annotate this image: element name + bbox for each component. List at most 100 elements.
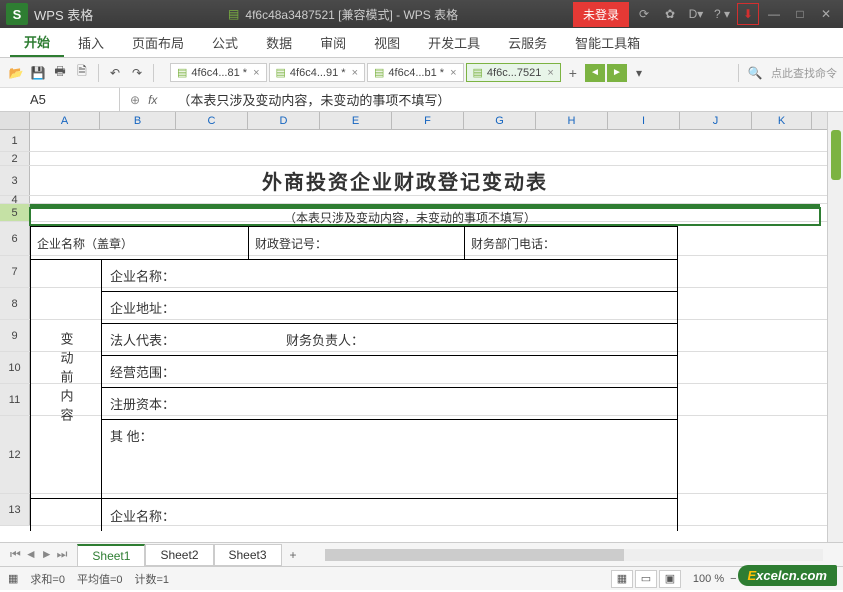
close-button[interactable]: ✕	[815, 3, 837, 25]
menu-cloud[interactable]: 云服务	[494, 28, 561, 57]
col-header[interactable]: C	[176, 112, 248, 129]
menu-view[interactable]: 视图	[360, 28, 414, 57]
print-preview-icon[interactable]: 🗎	[72, 63, 92, 83]
sheet-next-icon[interactable]: ►	[41, 547, 53, 562]
menu-review[interactable]: 审阅	[306, 28, 360, 57]
col-header[interactable]: E	[320, 112, 392, 129]
row-header[interactable]: 13	[0, 494, 30, 525]
fx-expand-icon[interactable]: ⊕	[130, 93, 140, 107]
minimize-button[interactable]: —	[763, 3, 785, 25]
row-header[interactable]: 6	[0, 222, 30, 255]
separator	[738, 64, 739, 82]
formula-input[interactable]: （本表只涉及变动内容，未变动的事项不填写）	[167, 90, 843, 109]
redo-icon[interactable]: ↷	[127, 63, 147, 83]
view-page-button[interactable]: ▭	[635, 570, 657, 588]
row-header[interactable]: 7	[0, 256, 30, 287]
company-name-label: 企业名称（盖章）	[31, 227, 249, 259]
menu-page-layout[interactable]: 页面布局	[118, 28, 198, 57]
close-icon[interactable]: ×	[253, 67, 259, 79]
save-icon[interactable]: 💾	[28, 63, 48, 83]
sheet-prev-icon[interactable]: ◄	[25, 547, 37, 562]
sheet-tab[interactable]: Sheet1	[77, 544, 145, 567]
search-input[interactable]: 点此查找命令	[771, 65, 837, 81]
col-header[interactable]: I	[608, 112, 680, 129]
add-tab-button[interactable]: +	[563, 65, 583, 81]
tab-list-icon[interactable]: ▾	[629, 63, 649, 83]
tab-next-button[interactable]: ►	[607, 64, 627, 82]
side-label-before-change: 变动前内容	[31, 260, 101, 498]
view-normal-button[interactable]: ▦	[611, 570, 633, 588]
file-tab[interactable]: ▤4f6c4...b1 *×	[367, 63, 464, 82]
menu-data[interactable]: 数据	[252, 28, 306, 57]
grid-toggle-icon[interactable]: ▦	[8, 572, 18, 585]
header-info-row: 企业名称（盖章） 财政登记号： 财务部门电话：	[30, 226, 678, 260]
row-header[interactable]: 3	[0, 166, 30, 195]
print-icon[interactable]: 🖶	[50, 63, 70, 83]
sheet-last-icon[interactable]: ⏭	[57, 547, 68, 562]
row-header[interactable]: 10	[0, 352, 30, 383]
col-header[interactable]: D	[248, 112, 320, 129]
menu-dev[interactable]: 开发工具	[414, 28, 494, 57]
row-header[interactable]: 2	[0, 152, 30, 165]
row-header[interactable]: 12	[0, 416, 30, 493]
menu-smart-tools[interactable]: 智能工具箱	[561, 28, 654, 57]
menu-start[interactable]: 开始	[10, 28, 64, 57]
close-icon[interactable]: ×	[547, 67, 553, 79]
tab-prev-button[interactable]: ◄	[585, 64, 605, 82]
separator	[98, 64, 99, 82]
col-header[interactable]: G	[464, 112, 536, 129]
row-header[interactable]: 1	[0, 130, 30, 151]
grid-body[interactable]: 1 2 3 4 5 6 7 8 9 10 11 12 13 外商投资企业财政登记…	[0, 130, 827, 526]
horizontal-scrollbar[interactable]	[325, 549, 823, 561]
col-header[interactable]: H	[536, 112, 608, 129]
status-count: 计数=1	[135, 571, 170, 587]
zoom-out-button[interactable]: −	[730, 573, 736, 585]
help-icon[interactable]: ? ▾	[711, 3, 733, 25]
fx-label[interactable]: fx	[148, 93, 157, 107]
row-header[interactable]: 4	[0, 196, 30, 203]
row-header[interactable]: 11	[0, 384, 30, 415]
gear-icon[interactable]: ✿	[659, 3, 681, 25]
row-header[interactable]: 8	[0, 288, 30, 319]
col-header[interactable]: F	[392, 112, 464, 129]
sheet-tab[interactable]: Sheet3	[214, 544, 282, 566]
update-icon[interactable]: ⬇	[737, 3, 759, 25]
field-company-address: 企业地址：	[102, 292, 677, 324]
select-all-corner[interactable]	[0, 112, 30, 129]
file-tab[interactable]: ▤4f6c...7521×	[466, 63, 561, 82]
file-tab[interactable]: ▤4f6c4...81 *×	[170, 63, 267, 82]
open-icon[interactable]: 📂	[6, 63, 26, 83]
menu-insert[interactable]: 插入	[64, 28, 118, 57]
col-header[interactable]: K	[752, 112, 812, 129]
col-header[interactable]: B	[100, 112, 176, 129]
col-header[interactable]: J	[680, 112, 752, 129]
field-registered-capital: 注册资本：	[102, 388, 677, 420]
field-other: 其 他：	[102, 420, 677, 498]
sync-icon[interactable]: ⟳	[633, 3, 655, 25]
sheet-tabs-bar: ⏮ ◄ ► ⏭ Sheet1 Sheet2 Sheet3 +	[0, 542, 843, 566]
vertical-scrollbar[interactable]	[827, 112, 843, 542]
file-tab[interactable]: ▤4f6c4...91 *×	[269, 63, 366, 82]
skin-icon[interactable]: D▾	[685, 3, 707, 25]
undo-icon[interactable]: ↶	[105, 63, 125, 83]
search-icon[interactable]: 🔍	[745, 63, 765, 83]
close-icon[interactable]: ×	[352, 67, 358, 79]
maximize-button[interactable]: □	[789, 3, 811, 25]
close-icon[interactable]: ×	[450, 67, 456, 79]
sheet-tab[interactable]: Sheet2	[145, 544, 213, 566]
zoom-value[interactable]: 100 %	[693, 573, 724, 585]
doc-icon: ▤	[276, 66, 286, 79]
menu-formula[interactable]: 公式	[198, 28, 252, 57]
scrollbar-thumb[interactable]	[831, 130, 841, 180]
spreadsheet-area: A B C D E F G H I J K 1 2 3 4 5 6 7 8 9 …	[0, 112, 843, 542]
label-legal-rep: 法人代表：	[110, 330, 286, 349]
col-header[interactable]: A	[30, 112, 100, 129]
sheet-first-icon[interactable]: ⏮	[10, 547, 21, 562]
row-header[interactable]: 9	[0, 320, 30, 351]
cell-reference-box[interactable]: A5	[0, 88, 120, 111]
scrollbar-thumb[interactable]	[325, 549, 624, 561]
row-header[interactable]: 5	[0, 204, 30, 221]
add-sheet-button[interactable]: +	[282, 548, 305, 562]
view-reading-button[interactable]: ▣	[659, 570, 681, 588]
login-button[interactable]: 未登录	[573, 2, 629, 27]
